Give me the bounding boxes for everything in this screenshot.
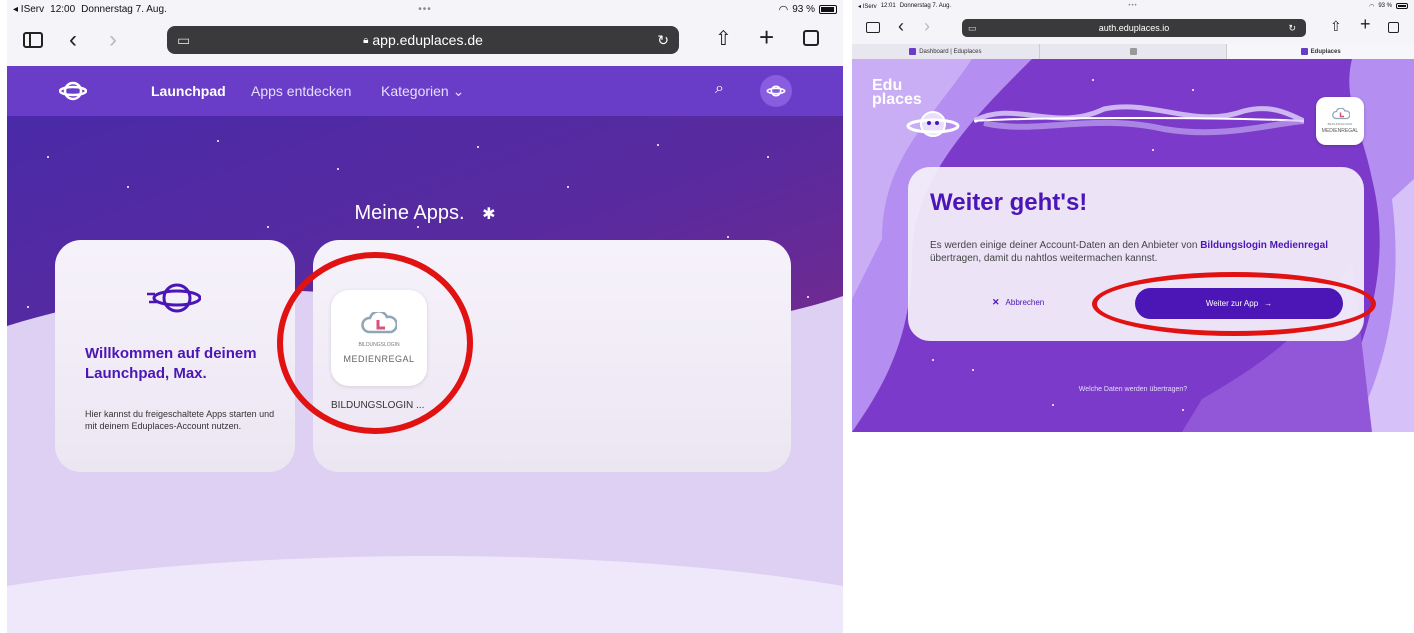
- annotation-ellipse: [1092, 272, 1376, 336]
- cancel-button[interactable]: ✕ Abbrechen: [992, 297, 1044, 308]
- new-tab-icon[interactable]: +: [759, 22, 774, 53]
- tabs-icon[interactable]: [1388, 22, 1399, 33]
- cancel-label: Abbrechen: [1005, 298, 1045, 307]
- welcome-title: Willkommen auf deinem Launchpad, Max.: [85, 345, 257, 382]
- back-app-link[interactable]: ◂ IServ: [13, 4, 44, 15]
- brand-text: Edu places: [872, 77, 922, 108]
- right-screenshot: ◂ IServ 12:01 Donnerstag 7. Aug. ••• ◠ 9…: [852, 0, 1414, 432]
- eduplaces-logo[interactable]: Edu places: [872, 77, 960, 137]
- nav-kategorien-label: Kategorien: [381, 83, 449, 99]
- partner-logo-tile: BILDUNGSLOGIN MEDIENREGAL: [1316, 97, 1364, 145]
- back-app-link[interactable]: ◂ IServ: [858, 3, 877, 10]
- consent-heading: Weiter geht's!: [930, 189, 1088, 216]
- consent-text-before: Es werden einige deiner Account-Daten an…: [930, 240, 1201, 251]
- tab-eduplaces[interactable]: Eduplaces: [1227, 44, 1414, 59]
- avatar[interactable]: [760, 75, 792, 107]
- battery-percent: 93 %: [792, 3, 815, 15]
- status-time: 12:01: [880, 3, 896, 9]
- forward-icon[interactable]: ›: [924, 16, 930, 37]
- url-bar[interactable]: ▭ 🔒︎ app.eduplaces.de ↻: [167, 26, 679, 54]
- tab-dashboard[interactable]: Dashboard | Eduplaces: [852, 44, 1040, 59]
- top-nav: Launchpad Apps entdecken Kategorien ⌄ ⌕: [7, 66, 843, 116]
- browser-toolbar: ‹ › ▭ auth.eduplaces.io ↻ ⇧ +: [852, 12, 1414, 44]
- connection-wave: [974, 104, 1304, 136]
- lock-icon: 🔒︎: [363, 34, 369, 46]
- status-date: Donnerstag 7. Aug.: [81, 3, 167, 15]
- eduplaces-planet-icon[interactable]: [58, 79, 88, 106]
- close-icon: ✕: [992, 297, 1000, 307]
- partner-logo-bottom: MEDIENREGAL: [1321, 128, 1359, 134]
- url-bar[interactable]: ▭ auth.eduplaces.io ↻: [962, 19, 1306, 37]
- battery-icon: [1396, 3, 1408, 9]
- status-bar: ◂ IServ 12:01 Donnerstag 7. Aug. ••• ◠ 9…: [852, 0, 1414, 12]
- nav-kategorien[interactable]: Kategorien ⌄: [381, 83, 464, 100]
- forward-icon[interactable]: ›: [109, 26, 117, 54]
- status-bar: ◂ IServ 12:00 Donnerstag 7. Aug. ••• ◠ 9…: [7, 0, 843, 18]
- welcome-card: Willkommen auf deinem Launchpad, Max. Hi…: [55, 240, 295, 472]
- status-time: 12:00: [50, 3, 76, 15]
- search-icon[interactable]: ⌕: [715, 80, 724, 98]
- section-title: Meine Apps: [354, 202, 459, 224]
- sidebar-icon[interactable]: [866, 22, 880, 33]
- nav-apps-entdecken[interactable]: Apps entdecken: [251, 83, 351, 99]
- partner-logo-top: BILDUNGSLOGIN: [1327, 122, 1353, 126]
- tab-label: Dashboard | Eduplaces: [919, 48, 982, 55]
- sidebar-icon[interactable]: [23, 32, 43, 48]
- tab-label: Eduplaces: [1310, 48, 1341, 55]
- auth-page: Edu places BILDUNGSLOGIN MEDIENREGAL Wei…: [852, 59, 1414, 432]
- url-text: app.eduplaces.de: [372, 32, 483, 48]
- share-icon[interactable]: ⇧: [1330, 18, 1342, 35]
- favicon-icon: [909, 48, 917, 55]
- launchpad-planet-icon: [147, 278, 202, 323]
- consent-text-after: übertragen, damit du nahtlos weitermache…: [930, 253, 1158, 264]
- tab-blank[interactable]: [1040, 44, 1228, 59]
- share-icon[interactable]: ⇧: [715, 26, 732, 51]
- reload-icon[interactable]: ↻: [657, 32, 669, 49]
- battery-percent: 93 %: [1378, 3, 1392, 9]
- browser-toolbar: ‹ › ▭ 🔒︎ app.eduplaces.de ↻ ⇧ +: [7, 18, 843, 66]
- back-icon[interactable]: ‹: [898, 16, 904, 37]
- wifi-icon: ◠: [1369, 3, 1375, 10]
- tabs-icon[interactable]: [803, 30, 819, 46]
- status-date: Donnerstag 7. Aug.: [899, 3, 952, 9]
- favicon-icon: [1300, 48, 1308, 55]
- launchpad-page: Launchpad Apps entdecken Kategorien ⌄ ⌕ …: [7, 66, 843, 633]
- reload-icon[interactable]: ↻: [1288, 23, 1296, 34]
- annotation-circle: [277, 252, 473, 434]
- chevron-down-icon: ⌄: [452, 83, 465, 99]
- section-header: Meine Apps. ✱: [354, 202, 496, 224]
- multitask-dots-icon[interactable]: •••: [1128, 3, 1137, 9]
- tab-overview-icon[interactable]: ▭: [177, 32, 190, 49]
- tab-strip: Dashboard | Eduplaces Eduplaces: [852, 44, 1414, 59]
- back-icon[interactable]: ‹: [69, 26, 77, 54]
- astronaut-planet-icon: [906, 105, 960, 148]
- welcome-text: Hier kannst du freigeschaltete Apps star…: [85, 409, 275, 431]
- nav-launchpad[interactable]: Launchpad: [151, 83, 226, 99]
- consent-text: Es werden einige deiner Account-Daten an…: [930, 239, 1340, 265]
- left-screenshot: ◂ IServ 12:00 Donnerstag 7. Aug. ••• ◠ 9…: [7, 0, 843, 633]
- wifi-icon: ◠: [778, 3, 789, 16]
- tab-overview-icon[interactable]: ▭: [968, 23, 977, 34]
- multitask-dots-icon[interactable]: •••: [418, 4, 432, 15]
- new-tab-icon[interactable]: +: [1360, 14, 1371, 35]
- battery-icon: [819, 4, 837, 14]
- data-info-link[interactable]: Welche Daten werden übertragen?: [852, 386, 1414, 393]
- gear-icon[interactable]: ✱: [482, 206, 495, 223]
- url-text: auth.eduplaces.io: [1098, 23, 1170, 33]
- provider-name: Bildungslogin Medienregal: [1200, 240, 1328, 251]
- favicon-icon: [1129, 48, 1137, 55]
